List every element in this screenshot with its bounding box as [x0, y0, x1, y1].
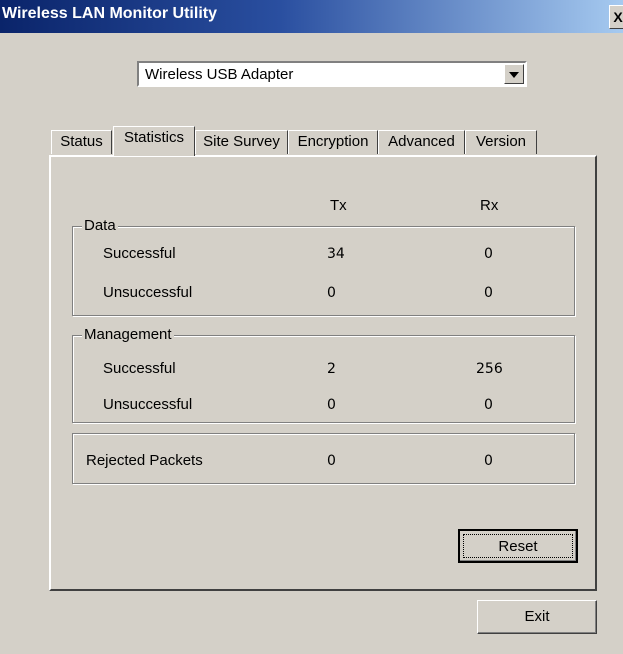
tab-advanced[interactable]: Advanced	[378, 130, 465, 154]
data-unsuccessful-tx: 0	[327, 285, 336, 301]
data-successful-label: Successful	[103, 245, 176, 262]
management-successful-tx: 2	[327, 361, 336, 377]
reset-button[interactable]: Reset	[458, 529, 578, 563]
close-icon[interactable]: X	[609, 5, 623, 29]
main-window: Wireless LAN Monitor Utility X Wireless …	[0, 0, 623, 654]
rejected-packets-tx: 0	[327, 453, 336, 469]
rejected-packets-label: Rejected Packets	[86, 452, 203, 469]
exit-button[interactable]: Exit	[477, 600, 597, 634]
management-unsuccessful-rx: 0	[484, 397, 493, 413]
data-unsuccessful-rx: 0	[484, 285, 493, 301]
data-unsuccessful-label: Unsuccessful	[103, 284, 193, 301]
management-successful-label: Successful	[103, 360, 176, 377]
tab-site-survey-label: Site Survey	[203, 133, 280, 150]
management-unsuccessful-label: Unsuccessful	[103, 396, 193, 413]
tab-site-survey[interactable]: Site Survey	[195, 130, 288, 154]
tx-column-header: Tx	[330, 197, 347, 214]
tab-version-label: Version	[475, 133, 527, 150]
rejected-packets-rx: 0	[484, 453, 493, 469]
reset-button-label: Reset	[498, 538, 538, 555]
management-successful-rx: 256	[476, 361, 503, 377]
tab-advanced-label: Advanced	[388, 133, 455, 150]
title-bar[interactable]: Wireless LAN Monitor Utility X	[0, 0, 623, 33]
tab-status-label: Status	[60, 133, 103, 150]
tab-version[interactable]: Version	[465, 130, 537, 154]
tab-statistics[interactable]: Statistics	[113, 126, 195, 156]
window-title: Wireless LAN Monitor Utility	[2, 5, 217, 22]
management-group-title: Management	[82, 326, 174, 343]
management-unsuccessful-tx: 0	[327, 397, 336, 413]
exit-button-label: Exit	[524, 608, 550, 625]
tab-statistics-label: Statistics	[123, 129, 184, 146]
adapter-select-value: Wireless USB Adapter	[145, 66, 294, 83]
data-group: Data	[72, 217, 575, 316]
data-successful-tx: 34	[327, 246, 345, 262]
tab-encryption-label: Encryption	[297, 133, 369, 150]
rx-column-header: Rx	[480, 197, 499, 214]
tab-encryption[interactable]: Encryption	[288, 130, 378, 154]
chevron-down-icon[interactable]	[504, 64, 524, 84]
data-successful-rx: 0	[484, 246, 493, 262]
data-group-title: Data	[82, 217, 118, 234]
adapter-select[interactable]: Wireless USB Adapter	[137, 61, 527, 87]
tab-status[interactable]: Status	[51, 130, 112, 154]
